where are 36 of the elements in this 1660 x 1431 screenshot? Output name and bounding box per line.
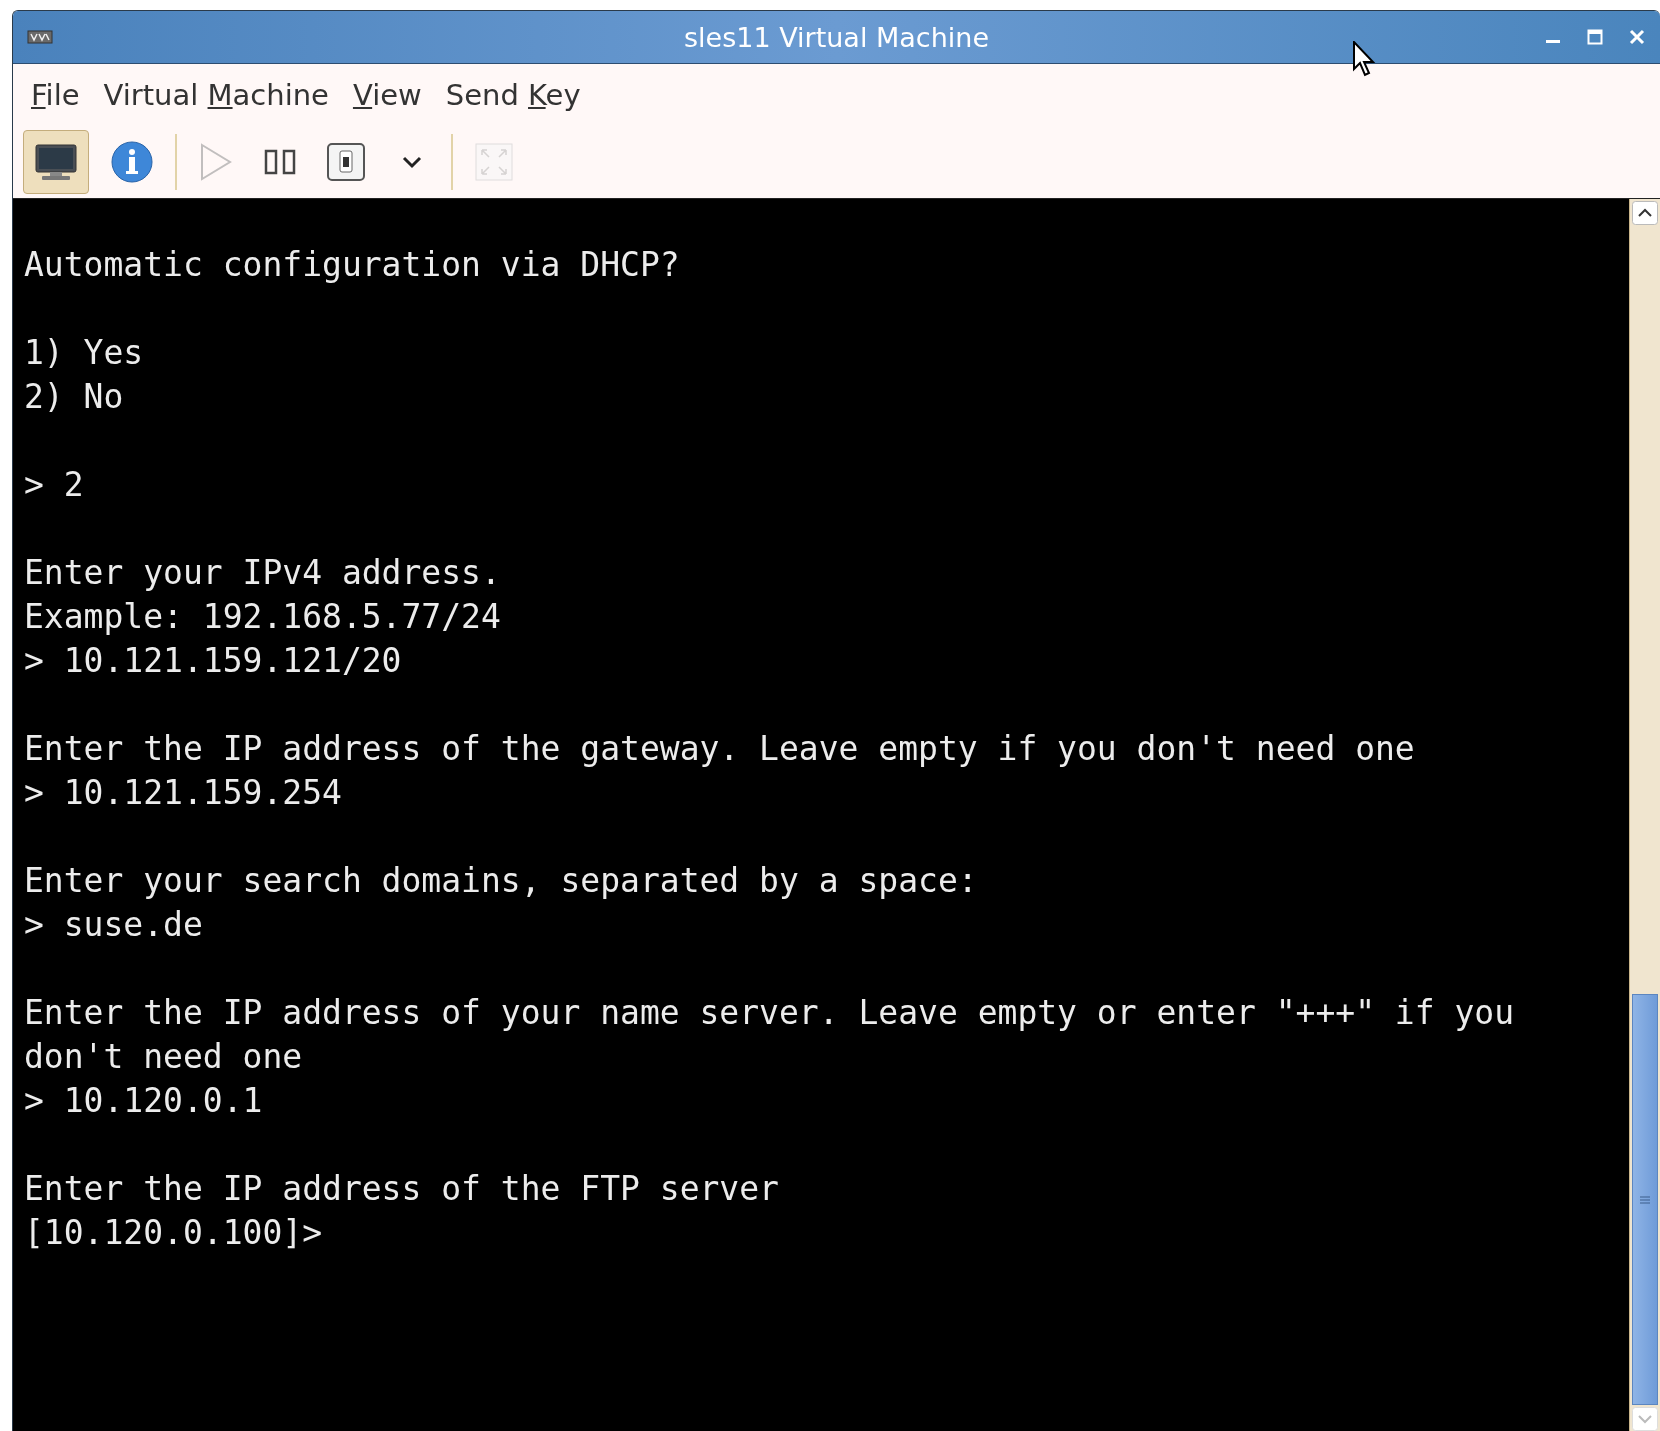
fullscreen-icon xyxy=(474,142,514,182)
terminal-line: Enter your IPv4 address. xyxy=(24,552,502,594)
scrollbar-thumb[interactable] xyxy=(1632,994,1658,1405)
app-icon xyxy=(27,30,53,44)
menu-item[interactable]: File xyxy=(21,74,90,116)
menu-item[interactable]: View xyxy=(342,74,432,116)
caret-icon xyxy=(401,155,423,169)
console-button[interactable] xyxy=(23,130,89,194)
terminal-line: 2) No xyxy=(24,376,125,418)
terminal-line: [10.120.0.100]> xyxy=(24,1212,323,1254)
switch-icon xyxy=(326,142,366,182)
terminal-line: > 10.121.159.254 xyxy=(24,772,343,814)
maximize-icon[interactable] xyxy=(1586,28,1604,46)
terminal-line: > 10.121.159.121/20 xyxy=(24,640,403,682)
terminal-line: don't need one xyxy=(24,1036,304,1078)
terminal-line: > 2 xyxy=(24,464,85,506)
terminal-line: 1) Yes xyxy=(24,332,145,374)
terminal-line: Enter the IP address of the gateway. Leave empty if you don't need one xyxy=(24,728,1416,770)
close-icon[interactable] xyxy=(1628,28,1646,46)
terminal-line: Enter the IP address of the FTP server xyxy=(24,1168,780,1210)
terminal-line: Enter your search domains, separated by a space: xyxy=(24,860,979,902)
terminal-screen[interactable] xyxy=(13,199,1629,1431)
scrollbar[interactable] xyxy=(1629,199,1660,1431)
play-icon xyxy=(199,143,233,181)
menu-item[interactable]: Virtual Machine xyxy=(93,74,339,116)
scroll-up-icon[interactable] xyxy=(1632,201,1658,225)
terminal-line: Example: 192.168.5.77/24 xyxy=(24,596,502,638)
terminal-line: Automatic configuration via DHCP? xyxy=(24,244,681,286)
pause-icon xyxy=(264,149,296,175)
menu-item[interactable]: Send Key xyxy=(435,74,591,116)
window-title: sles11 Virtual Machine xyxy=(684,21,989,53)
monitor-icon xyxy=(34,142,78,182)
terminal-line: Enter the IP address of your name server. Leave empty or enter "+++" if you xyxy=(24,992,1516,1034)
terminal-line: > 10.120.0.1 xyxy=(24,1080,264,1122)
terminal-line: > suse.de xyxy=(24,904,204,946)
info-icon xyxy=(110,140,154,184)
